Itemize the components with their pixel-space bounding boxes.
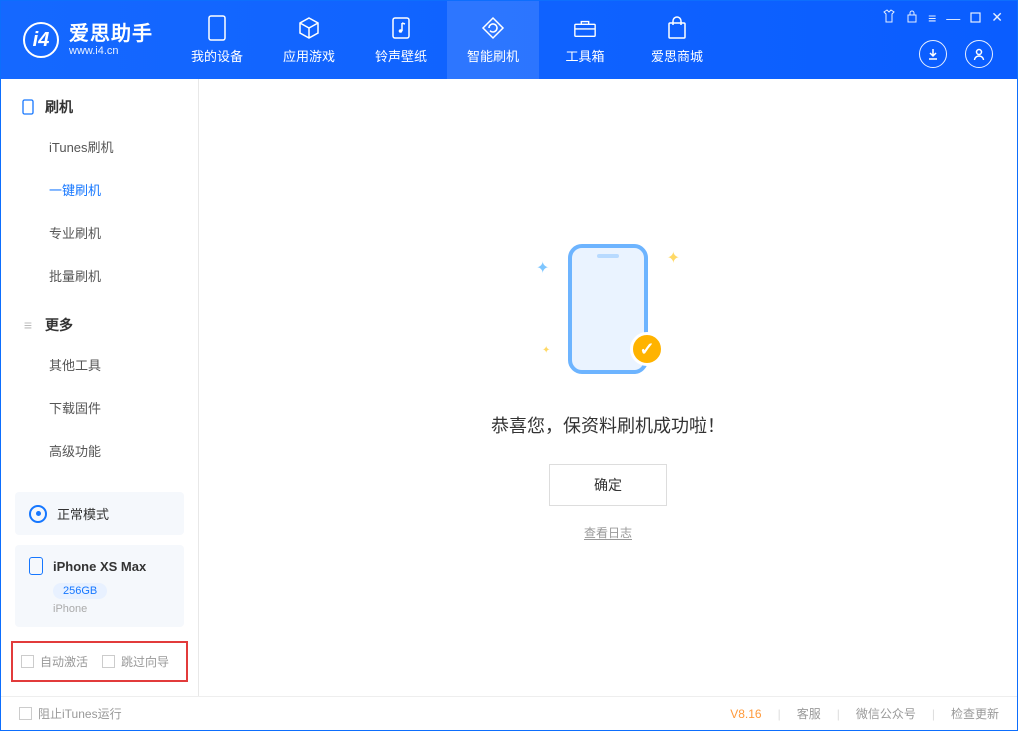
cube-icon	[297, 16, 321, 40]
sidebar-group-more: ≡ 更多	[1, 297, 198, 343]
nav-label: 爱思商城	[651, 46, 703, 65]
sidebar-group-title: 更多	[45, 315, 73, 335]
nav-smart-flash[interactable]: 智能刷机	[447, 1, 539, 79]
checkbox-block-itunes[interactable]: 阻止iTunes运行	[19, 705, 122, 722]
sparkle-icon: ✦	[542, 345, 550, 356]
status-dot-icon	[29, 505, 47, 523]
refresh-icon	[481, 16, 505, 40]
checkbox-label: 阻止iTunes运行	[38, 705, 122, 722]
phone-icon	[21, 100, 35, 114]
window-controls: ≡ — ✕	[882, 9, 1003, 26]
mode-status[interactable]: 正常模式	[15, 492, 184, 535]
device-capacity-badge: 256GB	[53, 583, 107, 599]
nav-ringtone-wallpaper[interactable]: 铃声壁纸	[355, 1, 447, 79]
download-button[interactable]	[919, 40, 947, 68]
footer-link-wechat[interactable]: 微信公众号	[856, 705, 916, 722]
menu-icon[interactable]: ≡	[928, 10, 936, 26]
nav-store[interactable]: 爱思商城	[631, 1, 723, 79]
nav-label: 智能刷机	[467, 46, 519, 65]
sparkle-icon: ✦	[667, 248, 680, 268]
checkbox-icon	[102, 655, 115, 668]
checkmark-badge-icon: ✓	[630, 332, 664, 366]
nav-label: 铃声壁纸	[375, 46, 427, 65]
nav-label: 应用游戏	[283, 46, 335, 65]
sidebar-item-itunes-flash[interactable]: iTunes刷机	[1, 125, 198, 168]
sidebar-group-title: 刷机	[45, 97, 73, 117]
user-button[interactable]	[965, 40, 993, 68]
footer-link-support[interactable]: 客服	[797, 705, 821, 722]
nav-label: 我的设备	[191, 46, 243, 65]
lock-icon[interactable]	[906, 9, 918, 26]
success-illustration: ✦ ✦ ✦ ✓	[518, 234, 698, 384]
top-nav: 我的设备 应用游戏 铃声壁纸 智能刷机 工具箱 爱思商城	[171, 1, 723, 79]
highlighted-options: 自动激活 跳过向导	[11, 641, 188, 682]
app-name: 爱思助手	[69, 23, 153, 45]
logo-area: i4 爱思助手 www.i4.cn	[1, 1, 171, 79]
device-name: iPhone XS Max	[53, 559, 146, 574]
app-window: i4 爱思助手 www.i4.cn 我的设备 应用游戏 铃声壁纸 智能刷机	[0, 0, 1018, 731]
device-type: iPhone	[53, 603, 170, 615]
shirt-icon[interactable]	[882, 9, 896, 26]
sidebar: 刷机 iTunes刷机 一键刷机 专业刷机 批量刷机 ≡ 更多 其他工具 下载固…	[1, 79, 199, 696]
checkbox-label: 自动激活	[40, 653, 88, 670]
titlebar: i4 爱思助手 www.i4.cn 我的设备 应用游戏 铃声壁纸 智能刷机	[1, 1, 1017, 79]
nav-label: 工具箱	[565, 46, 604, 65]
nav-my-device[interactable]: 我的设备	[171, 1, 263, 79]
sidebar-group-flash: 刷机	[1, 79, 198, 125]
minimize-button[interactable]: —	[946, 10, 960, 26]
success-message: 恭喜您，保资料刷机成功啦！	[491, 412, 725, 438]
device-phone-icon	[29, 557, 43, 575]
titlebar-right: ≡ — ✕	[882, 1, 1017, 79]
device-card[interactable]: iPhone XS Max 256GB iPhone	[15, 545, 184, 627]
device-icon	[205, 16, 229, 40]
sparkle-icon: ✦	[536, 258, 549, 278]
sidebar-item-pro-flash[interactable]: 专业刷机	[1, 211, 198, 254]
list-icon: ≡	[21, 318, 35, 332]
checkbox-skip-guide[interactable]: 跳过向导	[102, 653, 169, 670]
sidebar-item-download-firmware[interactable]: 下载固件	[1, 386, 198, 429]
toolbox-icon	[573, 16, 597, 40]
sidebar-item-batch-flash[interactable]: 批量刷机	[1, 254, 198, 297]
body: 刷机 iTunes刷机 一键刷机 专业刷机 批量刷机 ≡ 更多 其他工具 下载固…	[1, 79, 1017, 696]
sidebar-item-other-tools[interactable]: 其他工具	[1, 343, 198, 386]
nav-toolbox[interactable]: 工具箱	[539, 1, 631, 79]
sidebar-item-advanced[interactable]: 高级功能	[1, 429, 198, 472]
footer-link-update[interactable]: 检查更新	[951, 705, 999, 722]
version-label[interactable]: V8.16	[730, 707, 761, 721]
checkbox-auto-activate[interactable]: 自动激活	[21, 653, 88, 670]
checkbox-icon	[19, 707, 32, 720]
main-area: ✦ ✦ ✦ ✓ 恭喜您，保资料刷机成功啦！ 确定 查看日志	[199, 79, 1017, 696]
ok-button[interactable]: 确定	[549, 464, 667, 506]
mode-status-label: 正常模式	[57, 504, 109, 523]
nav-apps-games[interactable]: 应用游戏	[263, 1, 355, 79]
checkbox-icon	[21, 655, 34, 668]
footer: 阻止iTunes运行 V8.16 | 客服 | 微信公众号 | 检查更新	[1, 696, 1017, 730]
sidebar-item-oneclick-flash[interactable]: 一键刷机	[1, 168, 198, 211]
logo-icon: i4	[23, 22, 59, 58]
close-button[interactable]: ✕	[991, 9, 1003, 26]
music-icon	[389, 16, 413, 40]
app-url: www.i4.cn	[69, 45, 153, 57]
footer-right: V8.16 | 客服 | 微信公众号 | 检查更新	[730, 705, 999, 722]
store-icon	[665, 16, 689, 40]
view-log-link[interactable]: 查看日志	[584, 524, 632, 541]
checkbox-label: 跳过向导	[121, 653, 169, 670]
maximize-button[interactable]	[970, 10, 981, 26]
